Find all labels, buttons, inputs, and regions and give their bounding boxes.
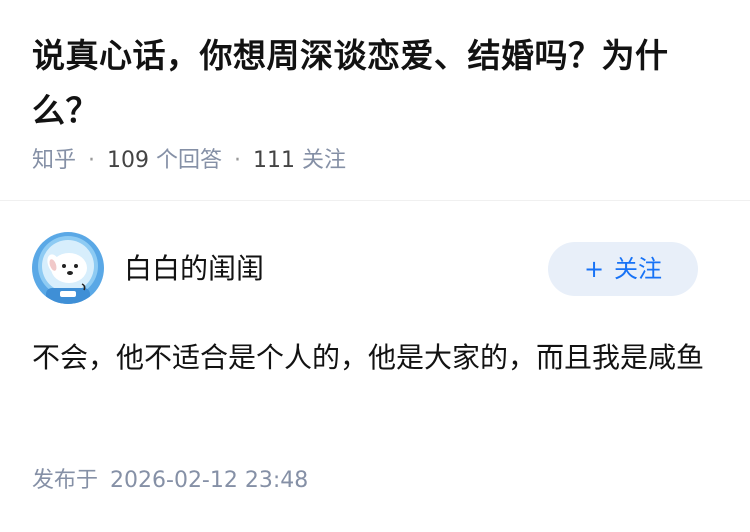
meta-separator: · bbox=[88, 148, 96, 173]
question-meta: 知乎 · 109 个回答 · 111 关注 bbox=[32, 146, 732, 176]
answer-count-label[interactable]: 个回答 bbox=[156, 148, 222, 173]
answer-content[interactable]: 不会，他不适合是个人的，他是大家的，而且我是咸鱼 bbox=[32, 334, 722, 382]
page: 说真心话，你想周深谈恋爱、结婚吗？为什么？ 知乎 · 109 个回答 · 111 关注 bbox=[0, 0, 750, 532]
follower-count: 111 bbox=[253, 148, 296, 173]
follow-button[interactable]: + 关注 bbox=[548, 242, 698, 296]
published-label: 发布于 bbox=[32, 468, 99, 493]
question-title[interactable]: 说真心话，你想周深谈恋爱、结婚吗？为什么？ bbox=[32, 28, 732, 138]
meta-separator: · bbox=[234, 148, 242, 173]
question-header: 说真心话，你想周深谈恋爱、结婚吗？为什么？ 知乎 · 109 个回答 · 111 关注 bbox=[32, 28, 732, 176]
plus-icon: + bbox=[583, 255, 605, 283]
author-name[interactable]: 白白的闺闺 bbox=[124, 252, 264, 286]
divider bbox=[0, 200, 750, 201]
publish-info: 发布于 2026-02-12 23:48 bbox=[32, 466, 308, 496]
follow-button-label: 关注 bbox=[614, 255, 663, 283]
avatar[interactable] bbox=[32, 232, 104, 304]
author-row: 白白的闺闺 + 关注 bbox=[32, 232, 718, 306]
follower-count-label: 关注 bbox=[302, 148, 347, 173]
answer-count: 109 bbox=[107, 148, 150, 173]
published-time: 2026-02-12 23:48 bbox=[110, 468, 309, 493]
source-label[interactable]: 知乎 bbox=[32, 148, 76, 173]
